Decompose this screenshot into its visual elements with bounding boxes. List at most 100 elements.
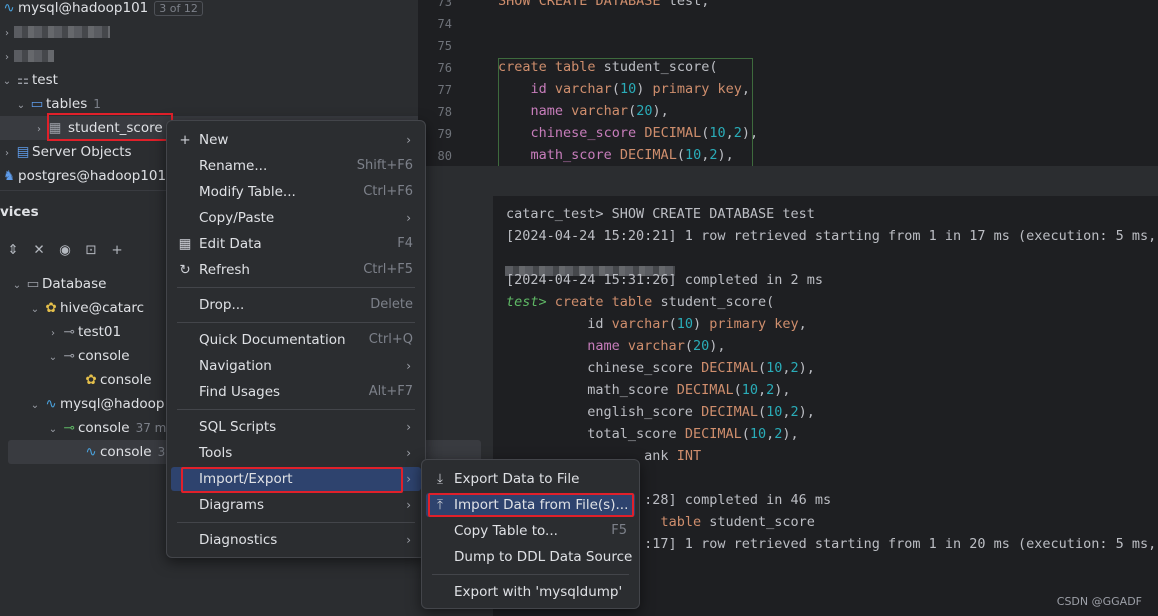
console-token: total_score <box>506 426 685 442</box>
services-item-console-1[interactable]: ⌄ ⊸ console <box>46 344 130 368</box>
schema-count-badge: 3 of 12 <box>154 1 203 16</box>
submenu-item-copy-table-to[interactable]: Copy Table to... F5 <box>426 519 635 543</box>
submenu-item-export-data-to-file[interactable]: ⤓ Export Data to File <box>426 467 635 491</box>
tree-item-blurred-1[interactable]: › <box>0 20 110 44</box>
menu-separator <box>177 409 415 410</box>
console-token: [2024-04-24 15:20:21] 1 row retrieved st… <box>506 228 1158 244</box>
tree-item-blurred-2[interactable]: › <box>0 44 54 68</box>
services-item-console-2[interactable]: ⌄ ⊸ console 37 m <box>46 416 167 440</box>
collapse-all-icon[interactable]: ✕ <box>26 238 52 262</box>
chevron-right-icon: › <box>406 359 411 373</box>
console-token: primary key <box>709 316 799 332</box>
console-line: english_score DECIMAL(10,2), <box>506 404 815 420</box>
menu-item-sql-scripts[interactable]: SQL Scripts › <box>171 415 421 439</box>
mysql-dolphin-icon: ∿ <box>45 396 57 412</box>
menu-item-modify-table[interactable]: Modify Table... Ctrl+F6 <box>171 180 421 204</box>
hive-icon: ✿ <box>45 300 57 316</box>
menu-item-copy-paste[interactable]: Copy/Paste › <box>171 206 421 230</box>
console-line: name varchar(20), <box>506 338 726 354</box>
chevron-right-icon: › <box>406 133 411 147</box>
blurred-text <box>14 50 54 62</box>
chevron-right-icon: › <box>5 28 9 39</box>
console-token: 2 <box>790 360 799 376</box>
console-token: test> <box>506 294 555 310</box>
menu-separator <box>177 322 415 323</box>
menu-item-new[interactable]: + New › <box>171 128 421 152</box>
console-token: 10 <box>676 316 693 332</box>
editor-console-divider-bar <box>418 166 1158 196</box>
services-item-console-1-child[interactable]: ✿ console <box>82 368 151 392</box>
console-token: , <box>758 382 767 398</box>
menu-item-quick-documentation[interactable]: Quick Documentation Ctrl+Q <box>171 328 421 352</box>
chevron-down-icon: ⌄ <box>30 304 40 315</box>
console-token: ), <box>709 338 726 354</box>
chevron-right-icon: › <box>5 52 9 63</box>
statement-highlight-box <box>498 58 753 168</box>
submenu-item-dump-to-ddl[interactable]: Dump to DDL Data Source <box>426 545 635 569</box>
console-line: [2024-04-24 15:20:21] 1 row retrieved st… <box>506 228 1158 244</box>
console-token: student_score <box>709 514 815 530</box>
console-token: , <box>782 360 791 376</box>
console-token: DECIMAL <box>684 426 742 442</box>
line-number-gutter: 73 74 75 76 77 78 79 80 <box>418 0 484 166</box>
menu-item-diagrams[interactable]: Diagrams › <box>171 493 421 517</box>
menu-item-refresh[interactable]: ↻ Refresh Ctrl+F5 <box>171 258 421 282</box>
tree-item-test-schema[interactable]: ⌄ ⚏ test <box>0 68 58 92</box>
menu-item-navigation[interactable]: Navigation › <box>171 354 421 378</box>
services-item-hive[interactable]: ⌄ ✿ hive@catarc <box>28 296 144 320</box>
chevron-right-icon: › <box>51 328 55 339</box>
console-icon: ⊸ <box>63 324 75 340</box>
console-token: ( <box>757 404 767 420</box>
console-token: math_score <box>506 382 677 398</box>
console-token <box>506 338 587 354</box>
console-token: id <box>506 316 612 332</box>
console-token: name <box>587 338 628 354</box>
add-icon[interactable]: + <box>104 238 130 262</box>
new-session-icon[interactable]: ⊡ <box>78 238 104 262</box>
console-token: chinese_score <box>506 360 702 376</box>
console-token: student_score( <box>660 294 775 310</box>
services-item-console-2-child[interactable]: ∿ console 3 <box>82 440 165 464</box>
console-token: english_score <box>506 404 702 420</box>
menu-separator <box>432 574 629 575</box>
chevron-down-icon: ⌄ <box>2 76 12 87</box>
console-token: ), <box>774 382 791 398</box>
menu-item-tools[interactable]: Tools › <box>171 441 421 465</box>
menu-item-edit-data[interactable]: ▦ Edit Data F4 <box>171 232 421 256</box>
tree-item-mysql-connection[interactable]: ∿ mysql@hadoop101 3 of 12 <box>0 0 203 20</box>
services-item-test01[interactable]: › ⊸ test01 <box>46 320 121 344</box>
menu-separator <box>177 287 415 288</box>
console-token: ( <box>684 338 693 354</box>
chevron-down-icon: ⌄ <box>48 352 58 363</box>
console-token: ( <box>733 382 742 398</box>
watermark: CSDN @GGADF <box>1056 595 1142 608</box>
chevron-right-icon: › <box>406 446 411 460</box>
chevron-right-icon: › <box>5 148 9 159</box>
services-item-database[interactable]: ⌄ ▭ Database <box>10 272 107 296</box>
menu-item-find-usages[interactable]: Find Usages Alt+F7 <box>171 380 421 404</box>
chevron-down-icon: ⌄ <box>12 280 22 291</box>
console-icon: ⊸ <box>63 420 75 436</box>
folder-icon: ▭ <box>30 96 44 112</box>
console-line: math_score DECIMAL(10,2), <box>506 382 791 398</box>
menu-item-rename[interactable]: Rename... Shift+F6 <box>171 154 421 178</box>
console-token: ( <box>668 316 677 332</box>
postgres-elephant-icon: ♞ <box>2 168 16 184</box>
tree-item-postgres-connection[interactable]: ♞ postgres@hadoop101 <box>0 164 166 188</box>
import-export-submenu: ⤓ Export Data to File ⤒ Import Data from F… <box>421 459 640 609</box>
eye-icon[interactable]: ◉ <box>52 238 78 262</box>
chevron-right-icon: › <box>406 211 411 225</box>
menu-item-drop[interactable]: Drop... Delete <box>171 293 421 317</box>
submenu-item-export-mysqldump[interactable]: Export with 'mysqldump' <box>426 580 635 604</box>
line-number: 77 <box>437 83 452 97</box>
services-item-mysql[interactable]: ⌄ ∿ mysql@hadoop1 <box>28 392 173 416</box>
chevron-right-icon: › <box>406 533 411 547</box>
tree-item-server-objects[interactable]: › ▤ Server Objects <box>0 140 132 164</box>
menu-item-diagnostics[interactable]: Diagnostics › <box>171 528 421 552</box>
line-number: 76 <box>437 61 452 75</box>
chevron-right-icon: › <box>406 472 411 486</box>
expand-all-icon[interactable]: ⇕ <box>0 238 26 262</box>
server-objects-icon: ▤ <box>16 144 30 160</box>
table-icon: ▦ <box>178 236 192 252</box>
refresh-icon: ↻ <box>179 262 191 278</box>
